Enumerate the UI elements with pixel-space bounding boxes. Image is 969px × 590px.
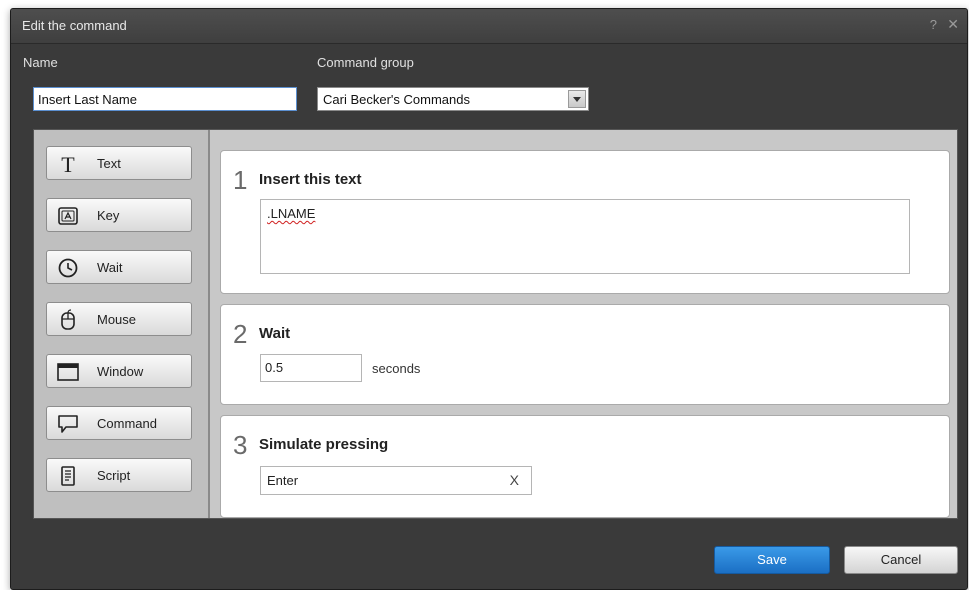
step-card-simulate-pressing: 3 Simulate pressing Enter X	[220, 415, 950, 518]
toolbox-label-key: Key	[97, 208, 120, 223]
wait-seconds-input[interactable]: 0.5	[260, 354, 362, 382]
command-group-select[interactable]: Cari Becker's Commands	[317, 87, 589, 111]
step-number: 1	[233, 165, 248, 195]
insert-text-value: .LNAME	[267, 206, 316, 221]
save-button[interactable]: Save	[714, 546, 830, 574]
add-window-button[interactable]: Window	[46, 354, 192, 388]
key-icon	[58, 207, 78, 225]
toolbox-sidebar: T Text Key Wait Mouse Window Command Scr…	[34, 130, 210, 518]
step-card-insert-text: 1 Insert this text .LNAME	[220, 150, 950, 294]
key-press-value: Enter	[267, 473, 299, 488]
help-icon[interactable]: ?	[930, 17, 937, 32]
step-card-wait: 2 Wait 0.5 seconds	[220, 304, 950, 405]
name-input[interactable]	[33, 87, 297, 111]
title-bar: Edit the command ? ✕	[11, 9, 967, 44]
add-mouse-button[interactable]: Mouse	[46, 302, 192, 336]
add-key-button[interactable]: Key	[46, 198, 192, 232]
dialog-title: Edit the command	[22, 18, 127, 33]
name-label: Name	[23, 55, 58, 70]
edit-command-dialog: Edit the command ? ✕ Name Command group …	[10, 8, 968, 590]
add-wait-button[interactable]: Wait	[46, 250, 192, 284]
insert-text-field[interactable]: .LNAME	[260, 199, 910, 274]
clear-key-icon[interactable]: X	[510, 472, 519, 488]
speech-bubble-icon	[58, 415, 78, 433]
toolbox-label-text: Text	[97, 156, 121, 171]
toolbox-label-window: Window	[97, 364, 144, 379]
text-icon: T	[61, 153, 75, 175]
cancel-button[interactable]: Cancel	[844, 546, 958, 574]
svg-text:T: T	[61, 153, 75, 175]
step-title: Simulate pressing	[259, 436, 389, 453]
steps-panel: 1 Insert this text .LNAME 2 Wait 0.5 sec…	[220, 130, 957, 518]
key-press-input[interactable]: Enter X	[260, 466, 532, 495]
mouse-icon	[61, 309, 75, 330]
script-icon	[61, 466, 75, 486]
command-group-label: Command group	[317, 55, 414, 70]
step-title: Insert this text	[259, 171, 362, 188]
add-command-button[interactable]: Command	[46, 406, 192, 440]
close-icon[interactable]: ✕	[947, 16, 959, 33]
command-group-value: Cari Becker's Commands	[323, 92, 470, 107]
toolbox-label-wait: Wait	[97, 260, 123, 275]
add-text-button[interactable]: T Text	[46, 146, 192, 180]
step-title: Wait	[259, 325, 291, 342]
command-editor: T Text Key Wait Mouse Window Command Scr…	[33, 129, 958, 519]
toolbox-label-script: Script	[97, 468, 131, 483]
clock-icon	[58, 258, 78, 278]
chevron-down-icon[interactable]	[568, 90, 586, 108]
wait-unit-label: seconds	[372, 361, 421, 376]
toolbox-label-mouse: Mouse	[97, 312, 137, 327]
step-number: 2	[233, 319, 248, 349]
window-icon	[57, 363, 79, 381]
add-script-button[interactable]: Script	[46, 458, 192, 492]
step-number: 3	[233, 430, 248, 460]
toolbox-label-command: Command	[97, 416, 157, 431]
